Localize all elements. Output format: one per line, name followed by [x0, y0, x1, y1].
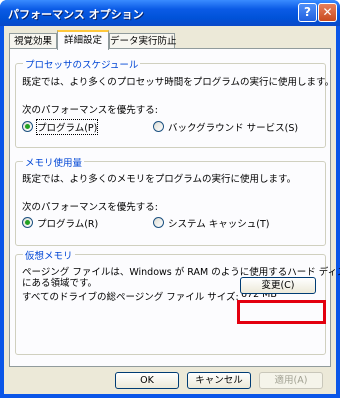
radio-background-services-label[interactable]: バックグラウンド サービス(S)	[168, 120, 298, 134]
window-title: パフォーマンス オプション	[8, 8, 144, 21]
processor-scheduling-description: 既定では、より多くのプロセッサ時間をプログラムの実行に使用します。	[22, 77, 335, 88]
highlight-box	[237, 300, 326, 324]
radio-programs-scheduling[interactable]	[22, 121, 33, 132]
total-paging-size-label: すべてのドライブの総ページング ファイル サイズ:	[22, 292, 239, 303]
radio-programs-scheduling-label[interactable]: プログラム(P)	[35, 119, 99, 135]
ok-button[interactable]: OK	[115, 372, 179, 389]
memory-usage-title: メモリ使用量	[23, 155, 85, 169]
radio-system-cache-label[interactable]: システム キャッシュ(T)	[168, 216, 269, 230]
memory-usage-prompt: 次のパフォーマンスを優先する:	[22, 202, 159, 213]
tab-advanced[interactable]: 詳細設定	[57, 30, 109, 50]
title-bar[interactable]: パフォーマンス オプション ? ✕	[0, 0, 340, 26]
help-button[interactable]: ?	[298, 3, 317, 22]
apply-button[interactable]: 適用(A)	[259, 372, 323, 389]
radio-programs-memory[interactable]	[22, 217, 33, 228]
memory-usage-description: 既定では、より多くのメモリをプログラムの実行に使用します。	[22, 174, 297, 185]
radio-programs-memory-label[interactable]: プログラム(R)	[37, 216, 98, 230]
tab-data-execution-prevention[interactable]: データ実行防止	[109, 33, 177, 49]
tab-visual-effects[interactable]: 視覚効果	[9, 33, 57, 49]
radio-system-cache[interactable]	[153, 217, 164, 228]
processor-scheduling-group: プロセッサのスケジュール 既定では、より多くのプロセッサ時間をプログラムの実行に…	[15, 57, 334, 148]
radio-background-services[interactable]	[153, 121, 164, 132]
memory-usage-group: メモリ使用量 既定では、より多くのメモリをプログラムの実行に使用します。 次のパ…	[15, 155, 326, 246]
dialog-body: 視覚効果 詳細設定 データ実行防止 プロセッサのスケジュール 既定では、より多く…	[4, 26, 340, 394]
processor-scheduling-title: プロセッサのスケジュール	[23, 57, 141, 71]
virtual-memory-description-line2: にある領域です。	[22, 278, 98, 289]
change-button[interactable]: 変更(C)	[240, 277, 316, 294]
cancel-button[interactable]: キャンセル	[187, 372, 251, 389]
performance-options-window: パフォーマンス オプション ? ✕ 視覚効果 詳細設定 データ実行防止 プロセッ…	[0, 0, 340, 398]
processor-scheduling-prompt: 次のパフォーマンスを優先する:	[22, 105, 159, 116]
close-button[interactable]: ✕	[318, 3, 337, 22]
virtual-memory-title: 仮想メモリ	[23, 248, 75, 262]
